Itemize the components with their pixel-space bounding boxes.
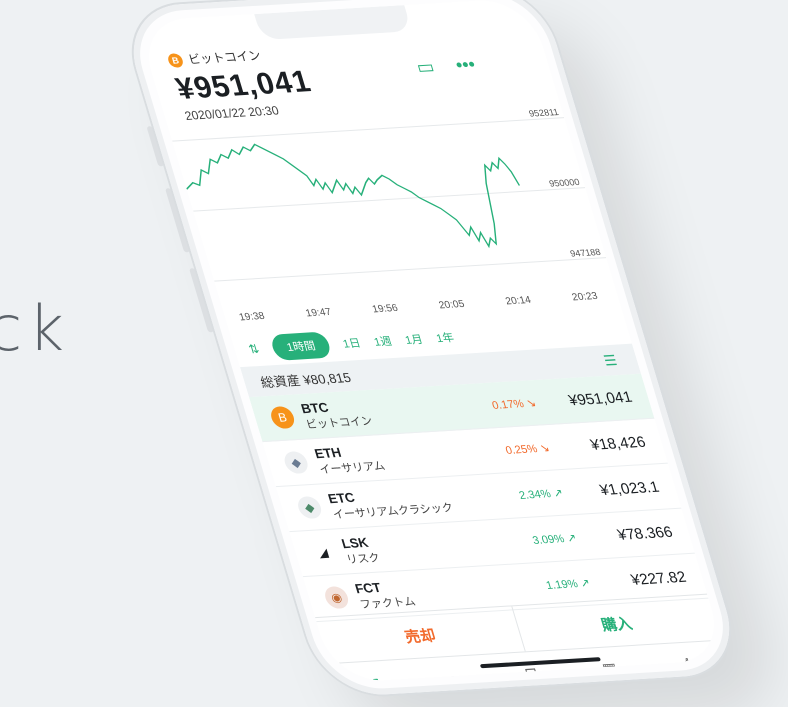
- range-1h[interactable]: 1時間: [269, 331, 333, 361]
- y-label-mid: 950000: [548, 177, 581, 189]
- header-actions: ▭ •••: [414, 54, 478, 78]
- eth-icon: ◆: [281, 450, 311, 475]
- time-tick: 20:14: [504, 294, 533, 308]
- total-assets-label: 総資産 ¥80,815: [258, 369, 353, 390]
- lsk-icon: ◢: [308, 540, 338, 565]
- price-header: B ビットコイン ¥951,041 2020/01/22 20:30 ▭ •••: [166, 31, 539, 123]
- coin-change: 3.09% ↗: [530, 531, 579, 547]
- coin-japanese-name: ビットコイン: [304, 414, 374, 431]
- time-tick: 19:47: [304, 306, 333, 320]
- phone: B ビットコイン ¥951,041 2020/01/22 20:30 ▭ •••…: [118, 0, 745, 699]
- fct-icon: ◉: [322, 585, 351, 610]
- coin-change: 2.34% ↗: [517, 486, 565, 502]
- coin-change: 0.17% ↘: [490, 396, 538, 412]
- coin-price: ¥78.366: [615, 523, 675, 544]
- coin-names: BTC ビットコイン: [299, 397, 374, 432]
- time-tick: 20:23: [570, 290, 600, 304]
- list-icon[interactable]: ☰: [601, 351, 619, 369]
- price-line: [186, 143, 521, 249]
- coin-price: ¥1,023.1: [597, 478, 662, 499]
- time-tick: 20:05: [437, 298, 466, 312]
- time-tick: 19:56: [370, 302, 400, 316]
- coin-names: FCT ファクトム: [353, 577, 417, 611]
- gridline-low: [214, 257, 607, 282]
- gridline-mid: [193, 187, 586, 212]
- coin-names: LSK リスク: [339, 534, 381, 567]
- range-1m[interactable]: 1月: [403, 331, 425, 348]
- coin-price: ¥951,041: [566, 388, 635, 409]
- y-label-low: 947188: [569, 247, 602, 259]
- bitcoin-icon: B: [166, 52, 185, 68]
- coin-change: 0.25% ↘: [503, 441, 552, 457]
- coin-name: ビットコイン: [186, 48, 263, 67]
- coin-names: ETC イーサリアムクラシック: [326, 484, 455, 522]
- coin-list: B BTC ビットコイン 0.17% ↘ ¥951,041 ◆ ETH イーサリアム 0.25%…: [249, 373, 709, 623]
- coin-japanese-name: リスク: [344, 551, 382, 566]
- coin-names: ETH イーサリアム: [312, 442, 386, 477]
- coin-japanese-name: ファクトム: [358, 595, 417, 611]
- y-label-high: 952811: [528, 108, 560, 119]
- scene: B ビットコイン ¥951,041 2020/01/22 20:30 ▭ •••…: [0, 0, 788, 707]
- coin-price: ¥227.82: [628, 568, 689, 589]
- gridline-high: [172, 117, 565, 142]
- range-1d[interactable]: 1日: [341, 335, 363, 352]
- range-1w[interactable]: 1週: [372, 333, 394, 350]
- range-1y[interactable]: 1年: [434, 329, 456, 346]
- coin-japanese-name: イーサリアム: [317, 459, 387, 476]
- coin-price: ¥18,426: [588, 433, 648, 454]
- swap-arrows-icon[interactable]: ⇅: [247, 342, 261, 357]
- time-tick: 19:38: [237, 310, 267, 324]
- etc-icon: ◆: [295, 495, 324, 520]
- coin-change: 1.19% ↗: [544, 576, 592, 592]
- btc-icon: B: [268, 405, 297, 430]
